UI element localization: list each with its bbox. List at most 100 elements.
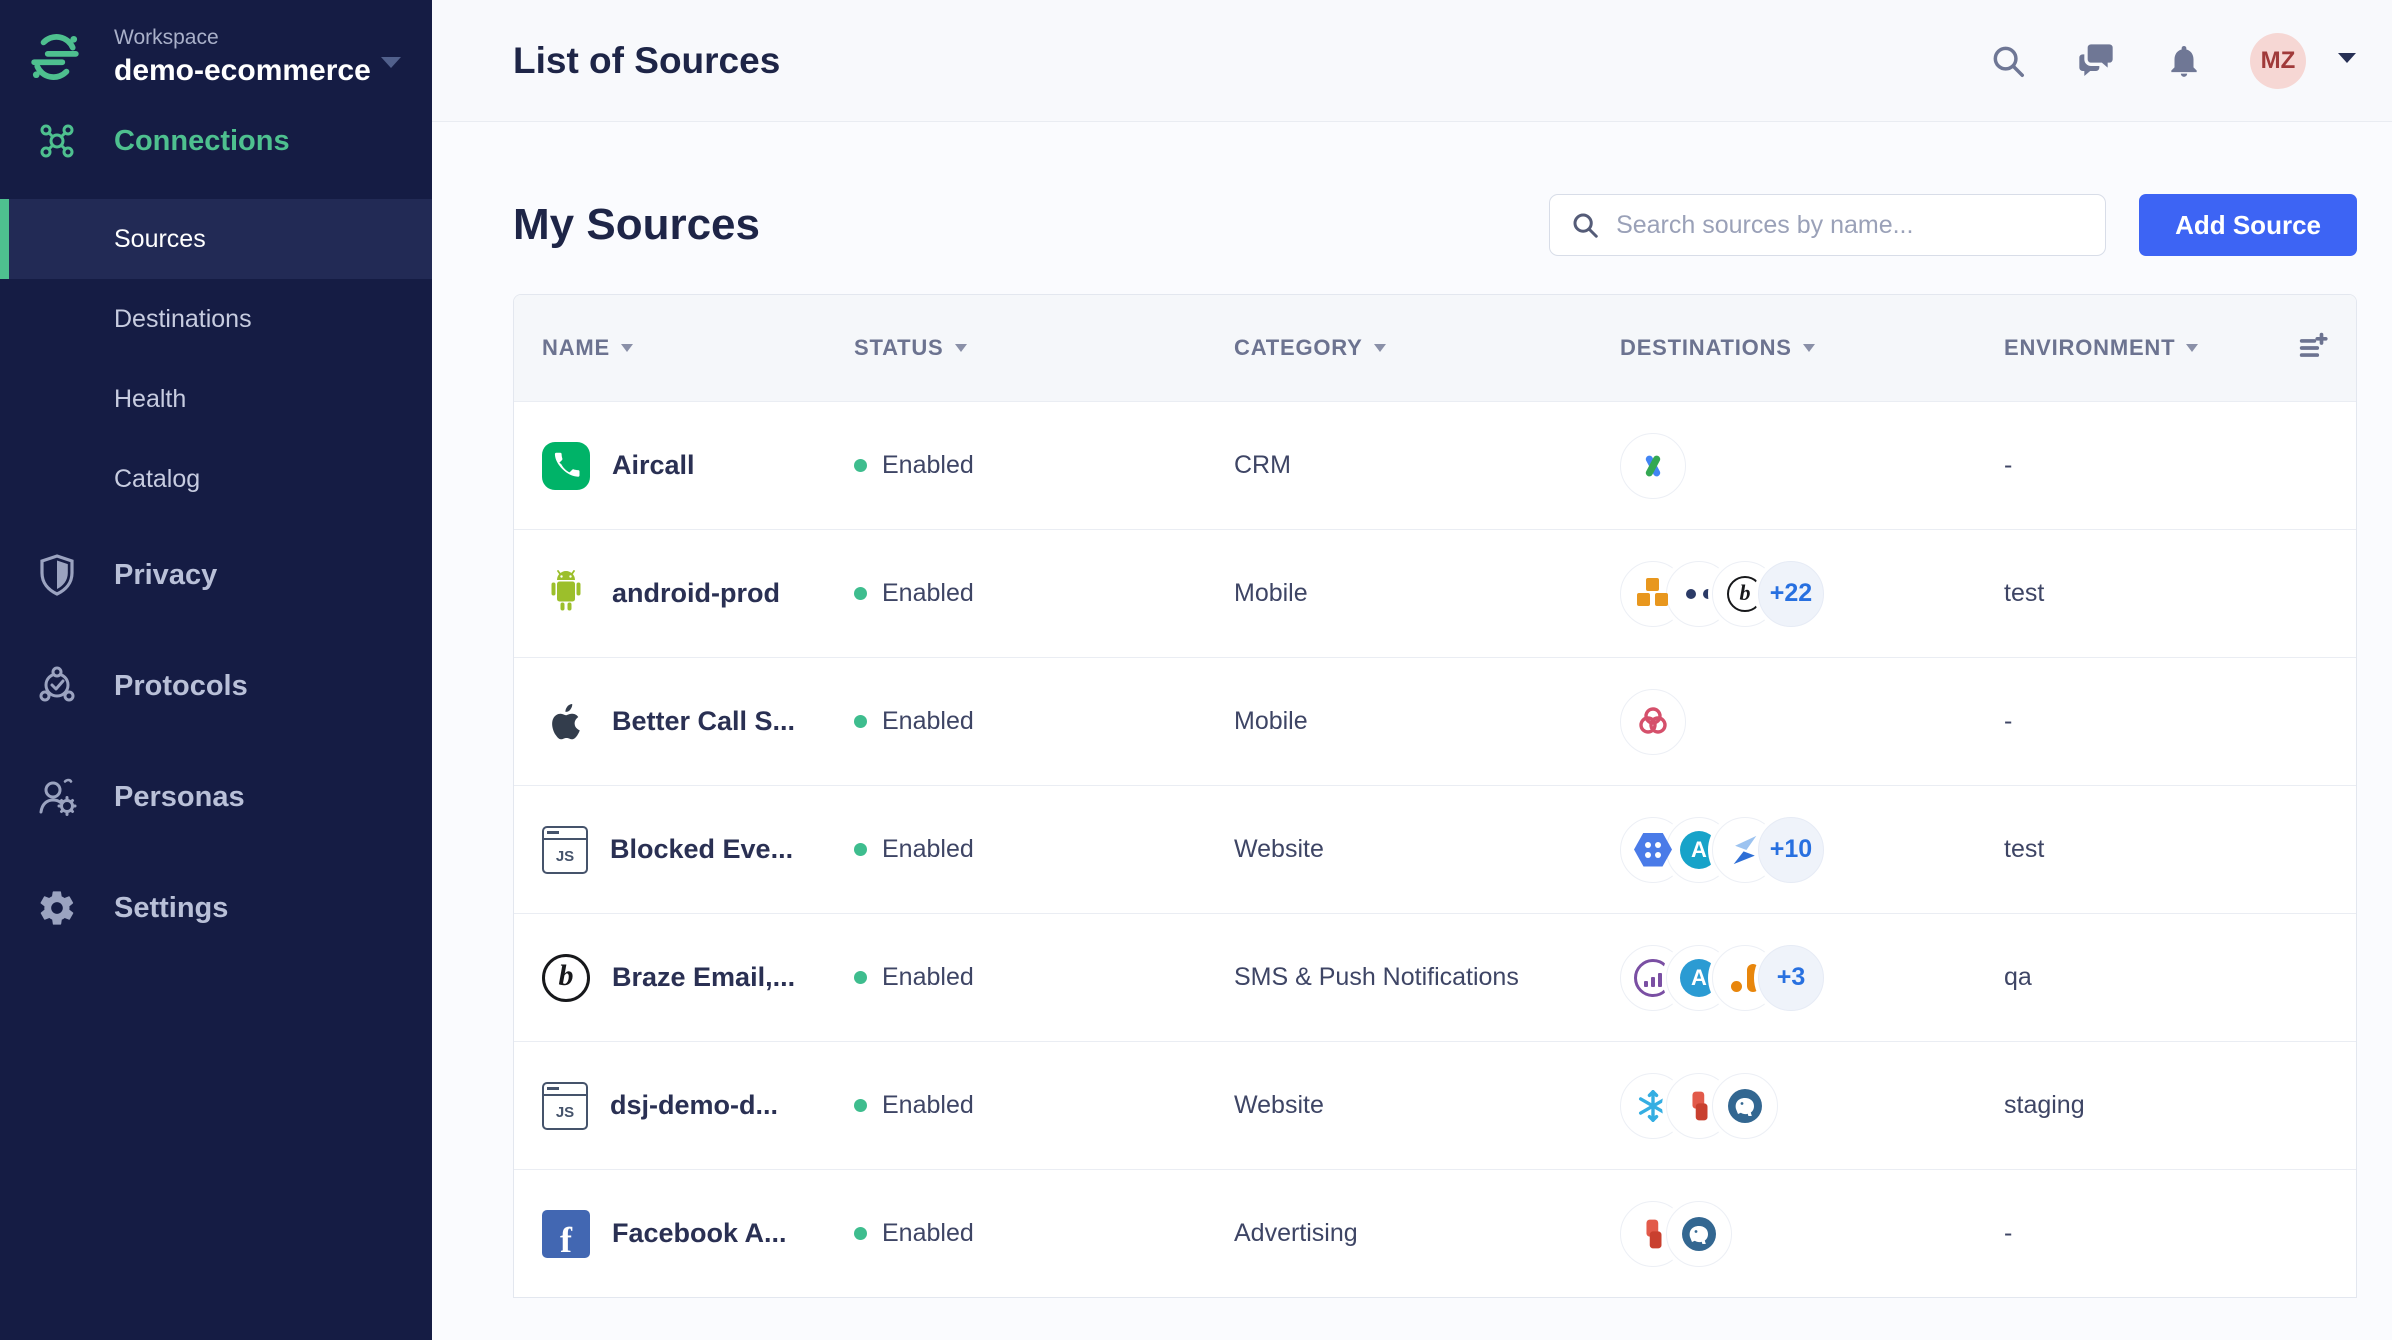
status-label: Enabled — [882, 579, 974, 607]
column-header-environment[interactable]: ENVIRONMENT — [2004, 335, 2270, 361]
segment-logo-icon — [31, 34, 79, 80]
sidebar-item-health[interactable]: Health — [0, 359, 432, 439]
table-header-row: NAME STATUS CATEGORY DESTINATIONS ENVIRO… — [514, 295, 2356, 401]
gear-icon — [36, 887, 78, 929]
sidebar-item-protocols[interactable]: Protocols — [0, 646, 432, 726]
status-dot — [854, 971, 867, 984]
chevron-down-icon — [381, 57, 401, 68]
status-dot — [854, 459, 867, 472]
add-source-button[interactable]: Add Source — [2139, 194, 2357, 256]
source-name: android-prod — [612, 578, 780, 608]
category-cell: SMS & Push Notifications — [1234, 963, 1519, 991]
overflow-badge[interactable]: +22 — [1758, 560, 1824, 627]
workspace-switcher[interactable]: Workspace demo-ecommerce — [0, 0, 432, 88]
topbar: List of Sources MZ — [432, 0, 2392, 122]
category-cell: CRM — [1234, 451, 1291, 479]
sidebar-item-sources[interactable]: Sources — [0, 199, 432, 279]
source-name: dsj-demo-d... — [610, 1090, 778, 1120]
destinations-cell[interactable] — [1620, 688, 2004, 755]
source-name-cell[interactable]: JS Blocked Eve... — [542, 825, 854, 874]
column-header-destinations[interactable]: DESTINATIONS — [1620, 335, 2004, 361]
status-cell: Enabled — [854, 579, 1234, 608]
status-label: Enabled — [882, 1219, 974, 1247]
source-name-cell[interactable]: Aircall — [542, 441, 854, 490]
app-root: Workspace demo-ecommerce Connections Sou… — [0, 0, 2392, 1340]
overflow-badge[interactable]: +3 — [1758, 944, 1824, 1011]
sidebar-item-label: Destinations — [114, 304, 252, 333]
source-name: Aircall — [612, 450, 695, 480]
workspace-text: Workspace demo-ecommerce — [114, 26, 371, 88]
sidebar-item-label: Catalog — [114, 464, 201, 493]
destinations-cell[interactable]: b +22 — [1620, 560, 2004, 627]
table-row[interactable]: JS dsj-demo-d... Enabled Website staging — [514, 1041, 2356, 1169]
sidebar-item-label: Personas — [114, 780, 245, 813]
search-input[interactable] — [1616, 210, 2086, 240]
sort-caret-icon — [620, 344, 633, 352]
personas-icon — [36, 776, 78, 818]
column-header-name[interactable]: NAME — [542, 335, 854, 361]
destinations-cell[interactable] — [1620, 1200, 2004, 1267]
status-label: Enabled — [882, 707, 974, 735]
source-name: Braze Email,... — [612, 962, 796, 992]
category-cell: Mobile — [1234, 707, 1308, 735]
postgres-icon — [1712, 1072, 1778, 1139]
bell-icon[interactable] — [2162, 39, 2206, 83]
destinations-cell[interactable] — [1620, 1072, 2004, 1139]
sort-caret-icon — [1802, 344, 1815, 352]
postgres-icon — [1666, 1200, 1732, 1267]
sidebar-item-personas[interactable]: Personas — [0, 757, 432, 837]
page-head: My Sources Add Source — [432, 122, 2392, 256]
sidebar-item-destinations[interactable]: Destinations — [0, 279, 432, 359]
workspace-label: Workspace — [114, 26, 219, 49]
source-name-cell[interactable]: Better Call S... — [542, 698, 854, 746]
table-row[interactable]: android-prod Enabled Mobile b +22 test — [514, 529, 2356, 657]
status-cell: Enabled — [854, 451, 1234, 480]
column-header-category[interactable]: CATEGORY — [1234, 335, 1620, 361]
column-header-status[interactable]: STATUS — [854, 335, 1234, 361]
avatar[interactable]: MZ — [2250, 32, 2306, 89]
source-name: Better Call S... — [612, 706, 796, 736]
category-cell: Website — [1234, 835, 1324, 863]
status-cell: Enabled — [854, 1091, 1234, 1120]
sidebar-item-connections[interactable]: Connections — [0, 109, 432, 173]
destinations-cell[interactable]: A +10 — [1620, 816, 2004, 883]
chat-icon[interactable] — [2074, 39, 2118, 83]
page-title: List of Sources — [513, 39, 781, 81]
table-row[interactable]: Better Call S... Enabled Mobile - — [514, 657, 2356, 785]
source-name-cell[interactable]: f Facebook A... — [542, 1209, 854, 1258]
sort-caret-icon — [2186, 344, 2199, 352]
status-cell: Enabled — [854, 963, 1234, 992]
chevron-down-icon[interactable] — [2336, 51, 2358, 70]
status-label: Enabled — [882, 963, 974, 991]
status-dot — [854, 843, 867, 856]
environment-cell: - — [2004, 707, 2013, 735]
overflow-badge[interactable]: +10 — [1758, 816, 1824, 883]
status-dot — [854, 587, 867, 600]
section-title: My Sources — [513, 200, 760, 249]
add-column-icon[interactable] — [2270, 331, 2330, 365]
sort-caret-icon — [1373, 344, 1386, 352]
table-row[interactable]: b Braze Email,... Enabled SMS & Push Not… — [514, 913, 2356, 1041]
status-dot — [854, 1099, 867, 1112]
sources-table: NAME STATUS CATEGORY DESTINATIONS ENVIRO… — [513, 294, 2357, 1298]
protocols-icon — [36, 665, 78, 707]
sidebar-item-catalog[interactable]: Catalog — [0, 439, 432, 519]
source-name-cell[interactable]: android-prod — [542, 569, 854, 618]
sidebar-item-settings[interactable]: Settings — [0, 868, 432, 948]
destinations-cell[interactable] — [1620, 432, 2004, 499]
apple-icon — [542, 698, 590, 746]
search-icon[interactable] — [1986, 39, 2030, 83]
search-icon — [1573, 213, 1598, 238]
sources-search[interactable] — [1549, 194, 2107, 256]
source-name-cell[interactable]: b Braze Email,... — [542, 953, 854, 1002]
connections-sub-list: Sources Destinations Health Catalog — [0, 199, 432, 519]
source-name-cell[interactable]: JS dsj-demo-d... — [542, 1081, 854, 1130]
destinations-cell[interactable]: A +3 — [1620, 944, 2004, 1011]
table-row[interactable]: JS Blocked Eve... Enabled Website A +10 … — [514, 785, 2356, 913]
android-icon — [542, 569, 590, 618]
workspace-name: demo-ecommerce — [114, 54, 371, 87]
table-row[interactable]: Aircall Enabled CRM - — [514, 401, 2356, 529]
table-row[interactable]: f Facebook A... Enabled Advertising - — [514, 1169, 2356, 1297]
sidebar-item-privacy[interactable]: Privacy — [0, 535, 432, 615]
status-dot — [854, 1227, 867, 1240]
